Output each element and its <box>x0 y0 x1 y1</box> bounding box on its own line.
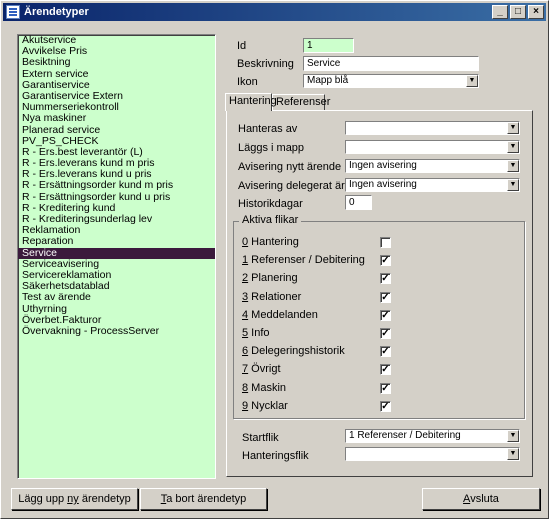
window-title: Ärendetyper <box>24 6 89 18</box>
chevron-down-icon[interactable]: ▼ <box>507 160 519 172</box>
flik-checkbox-4[interactable]: ✓ <box>380 310 391 321</box>
flik-text-9: Nycklar <box>248 400 288 412</box>
chevron-down-icon[interactable]: ▼ <box>507 430 519 442</box>
hanteringsflik-select[interactable]: ▼ <box>345 447 520 461</box>
list-item[interactable]: Test av ärende <box>18 292 215 303</box>
list-item[interactable]: R - Ersättningsorder kund m pris <box>18 180 215 191</box>
startflik-label: Startflik <box>242 432 279 444</box>
flik-checkbox-3[interactable]: ✓ <box>380 292 391 303</box>
avisering-delegerat-value: Ingen avisering <box>349 179 417 190</box>
flik-checkbox-9[interactable]: ✓ <box>380 401 391 412</box>
arendetyp-list[interactable]: Akutservice Avvikelse Pris Besiktning Exter… <box>17 34 216 479</box>
list-item[interactable]: Reparation <box>18 236 215 247</box>
flik-label-0: 0 Hantering <box>242 236 299 248</box>
chevron-down-icon[interactable]: ▼ <box>466 75 478 87</box>
flik-checkbox-6[interactable]: ✓ <box>380 346 391 357</box>
chevron-down-icon[interactable]: ▼ <box>507 141 519 153</box>
add-button-accel: ny <box>67 493 79 505</box>
flik-text-4: Meddelanden <box>248 309 318 321</box>
ikon-label: Ikon <box>237 76 258 88</box>
exit-button[interactable]: Avsluta <box>422 488 540 510</box>
flik-label-7: 7 Övrigt <box>242 363 281 375</box>
title-bar: Ärendetyper _ □ × <box>3 3 546 21</box>
tab-hantering[interactable]: Hantering <box>225 93 277 111</box>
maximize-button[interactable]: □ <box>510 5 526 19</box>
minimize-button[interactable]: _ <box>492 5 508 19</box>
list-item[interactable]: Planerad service <box>18 124 215 136</box>
laggs-i-mapp-select[interactable]: ▼ <box>345 140 520 154</box>
chevron-down-icon[interactable]: ▼ <box>507 179 519 191</box>
delete-button-text: a bort ärendetyp <box>166 493 247 505</box>
hanteringsflik-label: Hanteringsflik <box>242 450 309 462</box>
flik-label-6: 6 Delegeringshistorik <box>242 345 345 357</box>
chevron-down-icon[interactable]: ▼ <box>507 448 519 460</box>
flik-text-6: Delegeringshistorik <box>248 345 345 357</box>
flik-label-2: 2 Planering <box>242 272 298 284</box>
chevron-down-icon[interactable]: ▼ <box>507 122 519 134</box>
delete-arendetyp-button[interactable]: Ta bort ärendetyp <box>140 488 267 510</box>
close-button[interactable]: × <box>528 5 544 19</box>
aktiva-flikar-title: Aktiva flikar <box>239 214 302 226</box>
flik-label-5: 5 Info <box>242 327 270 339</box>
flik-label-3: 3 Relationer <box>242 291 301 303</box>
historikdagar-label: Historikdagar <box>238 198 303 210</box>
flik-checkbox-7[interactable]: ✓ <box>380 364 391 375</box>
flik-label-1: 1 Referenser / Debitering <box>242 254 365 266</box>
avisering-nytt-value: Ingen avisering <box>349 160 417 171</box>
flik-checkbox-0[interactable] <box>380 237 391 248</box>
flik-text-2: Planering <box>248 272 298 284</box>
list-item[interactable]: Övervakning - ProcessServer <box>18 325 215 337</box>
flik-text-3: Relationer <box>248 291 302 303</box>
historikdagar-input[interactable]: 0 <box>345 195 372 210</box>
main-window: Ärendetyper _ □ × Akutservice Avvikelse P… <box>0 0 549 519</box>
laggs-i-mapp-label: Läggs i mapp <box>238 142 305 154</box>
id-field: 1 <box>303 38 354 53</box>
flik-text-7: Övrigt <box>248 363 281 375</box>
startflik-value: 1 Referenser / Debitering <box>349 430 461 441</box>
tab-referenser[interactable]: Referenser <box>272 94 330 110</box>
startflik-select[interactable]: 1 Referenser / Debitering ▼ <box>345 429 520 443</box>
flik-text-8: Maskin <box>248 382 287 394</box>
flik-text-5: Info <box>248 327 270 339</box>
flik-text-0: Hantering <box>248 236 299 248</box>
add-arendetyp-button[interactable]: Lägg upp ny ärendetyp <box>11 488 138 510</box>
flik-checkbox-2[interactable]: ✓ <box>380 273 391 284</box>
avisering-delegerat-select[interactable]: Ingen avisering ▼ <box>345 178 520 192</box>
flik-checkbox-5[interactable]: ✓ <box>380 328 391 339</box>
ikon-select[interactable]: Mapp blå ▼ <box>303 74 479 88</box>
exit-button-text: vsluta <box>470 493 499 505</box>
hanteras-av-select[interactable]: ▼ <box>345 121 520 135</box>
avisering-nytt-label: Avisering nytt ärende <box>238 161 342 173</box>
list-item[interactable]: Uthyrning <box>18 303 215 315</box>
flik-checkbox-1[interactable]: ✓ <box>380 255 391 266</box>
add-button-text-pre: Lägg upp <box>18 493 68 505</box>
flik-label-8: 8 Maskin <box>242 382 286 394</box>
list-item[interactable]: Nya maskiner <box>18 113 215 124</box>
app-icon <box>6 5 20 19</box>
list-item[interactable]: Besiktning <box>18 57 215 68</box>
beskrivning-input[interactable]: Service <box>303 56 479 71</box>
avisering-nytt-select[interactable]: Ingen avisering ▼ <box>345 159 520 173</box>
beskrivning-label: Beskrivning <box>237 58 294 70</box>
ikon-value: Mapp blå <box>307 75 349 86</box>
flik-checkbox-8[interactable]: ✓ <box>380 383 391 394</box>
flik-label-9: 9 Nycklar <box>242 400 288 412</box>
id-label: Id <box>237 40 247 52</box>
flik-label-4: 4 Meddelanden <box>242 309 318 321</box>
flik-text-1: Referenser / Debitering <box>248 254 365 266</box>
add-button-text-post: ärendetyp <box>78 493 131 505</box>
hanteras-av-label: Hanteras av <box>238 123 298 135</box>
